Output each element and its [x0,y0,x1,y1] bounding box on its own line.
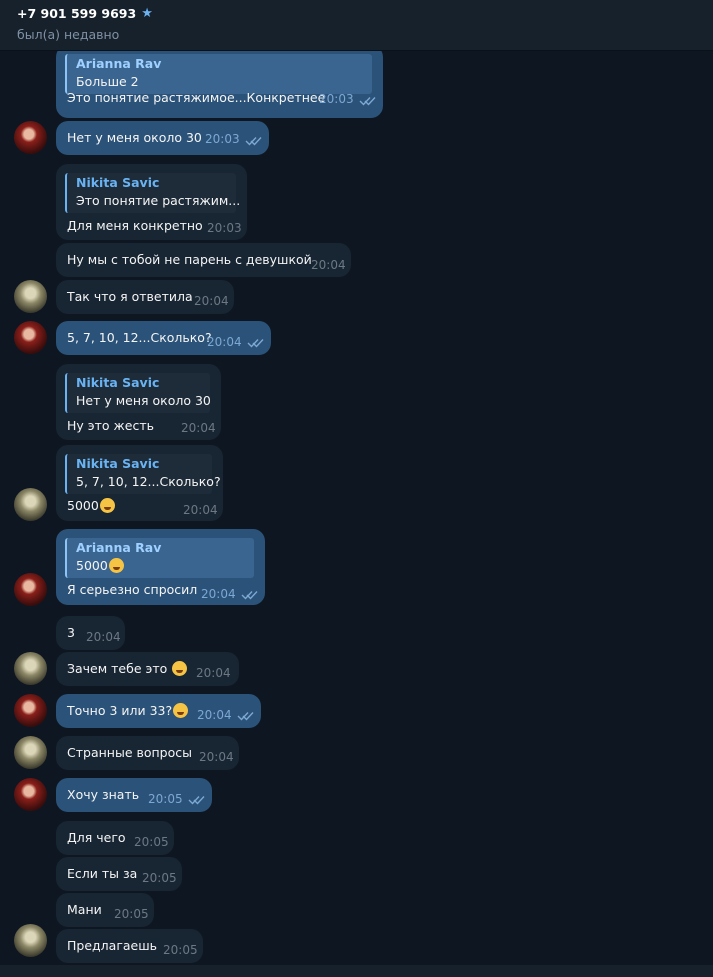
message-bubble[interactable]: Точно 3 или 33? 20:04 [56,694,261,728]
message-time: 20:04 [197,708,232,722]
reply-quote[interactable]: Nikita Savic 5, 7, 10, 12...Сколько? [65,454,221,494]
message-time: 20:04 [196,666,231,680]
message-text: Зачем тебе это [67,661,188,676]
message-bubble[interactable]: Странные вопросы 20:04 [56,736,239,770]
message-text: 5000 [67,498,115,513]
message-bubble[interactable]: Хочу знать 20:05 [56,778,212,812]
message-text: Странные вопросы [67,745,192,760]
message-bubble[interactable]: 5, 7, 10, 12...Сколько? 20:04 [56,321,271,355]
chat-header[interactable]: +7 901 599 9693 ★ был(а) недавно [0,0,713,51]
avatar[interactable] [14,121,47,154]
message-bubble[interactable]: Для чего 20:05 [56,821,174,855]
message-text: Если ты за [67,866,138,881]
message-bubble[interactable]: 3 20:04 [56,616,125,650]
message-text: Нет у меня около 30 [67,130,202,145]
message-time: 20:04 [181,421,216,435]
message-time: 20:04 [201,587,236,601]
message-time: 20:04 [311,258,346,272]
reply-quote[interactable]: Nikita Savic Нет у меня около 30 [65,373,211,413]
composer-bar[interactable] [0,965,713,977]
message-time: 20:03 [207,221,242,235]
message-bubble[interactable]: Зачем тебе это 20:04 [56,652,239,686]
message-text: 5, 7, 10, 12...Сколько? [67,330,212,345]
emoji [108,558,124,573]
message-time: 20:04 [194,294,229,308]
avatar[interactable] [14,652,47,685]
reply-author: Nikita Savic [76,456,160,471]
message-time: 20:03 [319,92,354,106]
reply-text: Нет у меня около 30 [76,393,211,408]
message-list[interactable]: Arianna Rav Больше 2 Это понятие растяжи… [0,51,713,977]
message-bubble[interactable]: Если ты за 20:05 [56,857,182,891]
message-bubble[interactable]: Ну мы с тобой не парень с девушкой 20:04 [56,243,351,277]
reply-author: Arianna Rav [76,56,162,71]
double-check-icon [245,137,262,146]
message-text: Хочу знать [67,787,140,802]
message-text: Предлагаешь [67,938,158,953]
reply-author: Nikita Savic [76,175,160,190]
message-text: Это понятие растяжимое...Конкретнее [67,90,326,105]
reply-text: Больше 2 [76,74,139,89]
message-bubble[interactable]: Nikita Savic Нет у меня около 30 Ну это … [56,364,221,440]
avatar[interactable] [14,778,47,811]
contact-title[interactable]: +7 901 599 9693 ★ [17,6,153,21]
message-bubble[interactable]: Arianna Rav 5000 Я серьезно спросил 20:0… [56,529,265,605]
message-text: Ну это жесть [67,418,155,433]
double-check-icon [241,591,258,600]
reply-quote[interactable]: Arianna Rav 5000 [65,538,254,578]
reply-text: 5000 [76,558,124,573]
message-time: 20:04 [207,335,242,349]
message-text: Ну мы с тобой не парень с девушкой [67,252,312,267]
message-time: 20:03 [205,132,240,146]
emoji [173,703,189,718]
reply-text: Это понятие растяжим... [76,193,241,208]
double-check-icon [188,796,205,805]
contact-phone: +7 901 599 9693 [17,6,137,21]
message-time: 20:05 [142,871,177,885]
message-text: Так что я ответила [67,289,193,304]
avatar[interactable] [14,321,47,354]
message-bubble[interactable]: Предлагаешь 20:05 [56,929,203,963]
avatar[interactable] [14,573,47,606]
avatar[interactable] [14,924,47,957]
double-check-icon [359,97,376,106]
reply-quote[interactable]: Nikita Savic Это понятие растяжим... [65,173,240,213]
message-time: 20:04 [199,750,234,764]
reply-text: 5, 7, 10, 12...Сколько? [76,474,221,489]
emoji [172,661,188,676]
message-bubble[interactable]: Nikita Savic Это понятие растяжим... Для… [56,164,247,240]
reply-quote[interactable]: Arianna Rav Больше 2 [65,54,372,94]
reply-author: Nikita Savic [76,375,160,390]
message-time: 20:05 [114,907,149,921]
avatar[interactable] [14,694,47,727]
message-text: Точно 3 или 33? [67,703,189,718]
message-bubble[interactable]: Nikita Savic 5, 7, 10, 12...Сколько? 500… [56,445,223,521]
reply-author: Arianna Rav [76,540,162,555]
star-icon: ★ [141,6,153,21]
message-text: Я серьезно спросил [67,582,198,597]
message-text: Для чего [67,830,126,845]
message-time: 20:04 [183,503,218,517]
message-time: 20:04 [86,630,121,644]
message-text: 3 [67,625,75,640]
avatar[interactable] [14,736,47,769]
contact-status: был(а) недавно [17,27,120,42]
message-bubble[interactable]: Нет у меня около 30 20:03 [56,121,269,155]
message-text: Мани [67,902,102,917]
message-text: Для меня конкретно [67,218,203,233]
double-check-icon [237,712,254,721]
avatar[interactable] [14,488,47,521]
message-time: 20:05 [134,835,169,849]
message-time: 20:05 [148,792,183,806]
emoji [99,498,115,513]
avatar[interactable] [14,280,47,313]
message-bubble[interactable]: Arianna Rav Больше 2 Это понятие растяжи… [56,51,383,118]
message-bubble[interactable]: Мани 20:05 [56,893,154,927]
message-bubble[interactable]: Так что я ответила 20:04 [56,280,234,314]
message-time: 20:05 [163,943,198,957]
double-check-icon [247,339,264,348]
